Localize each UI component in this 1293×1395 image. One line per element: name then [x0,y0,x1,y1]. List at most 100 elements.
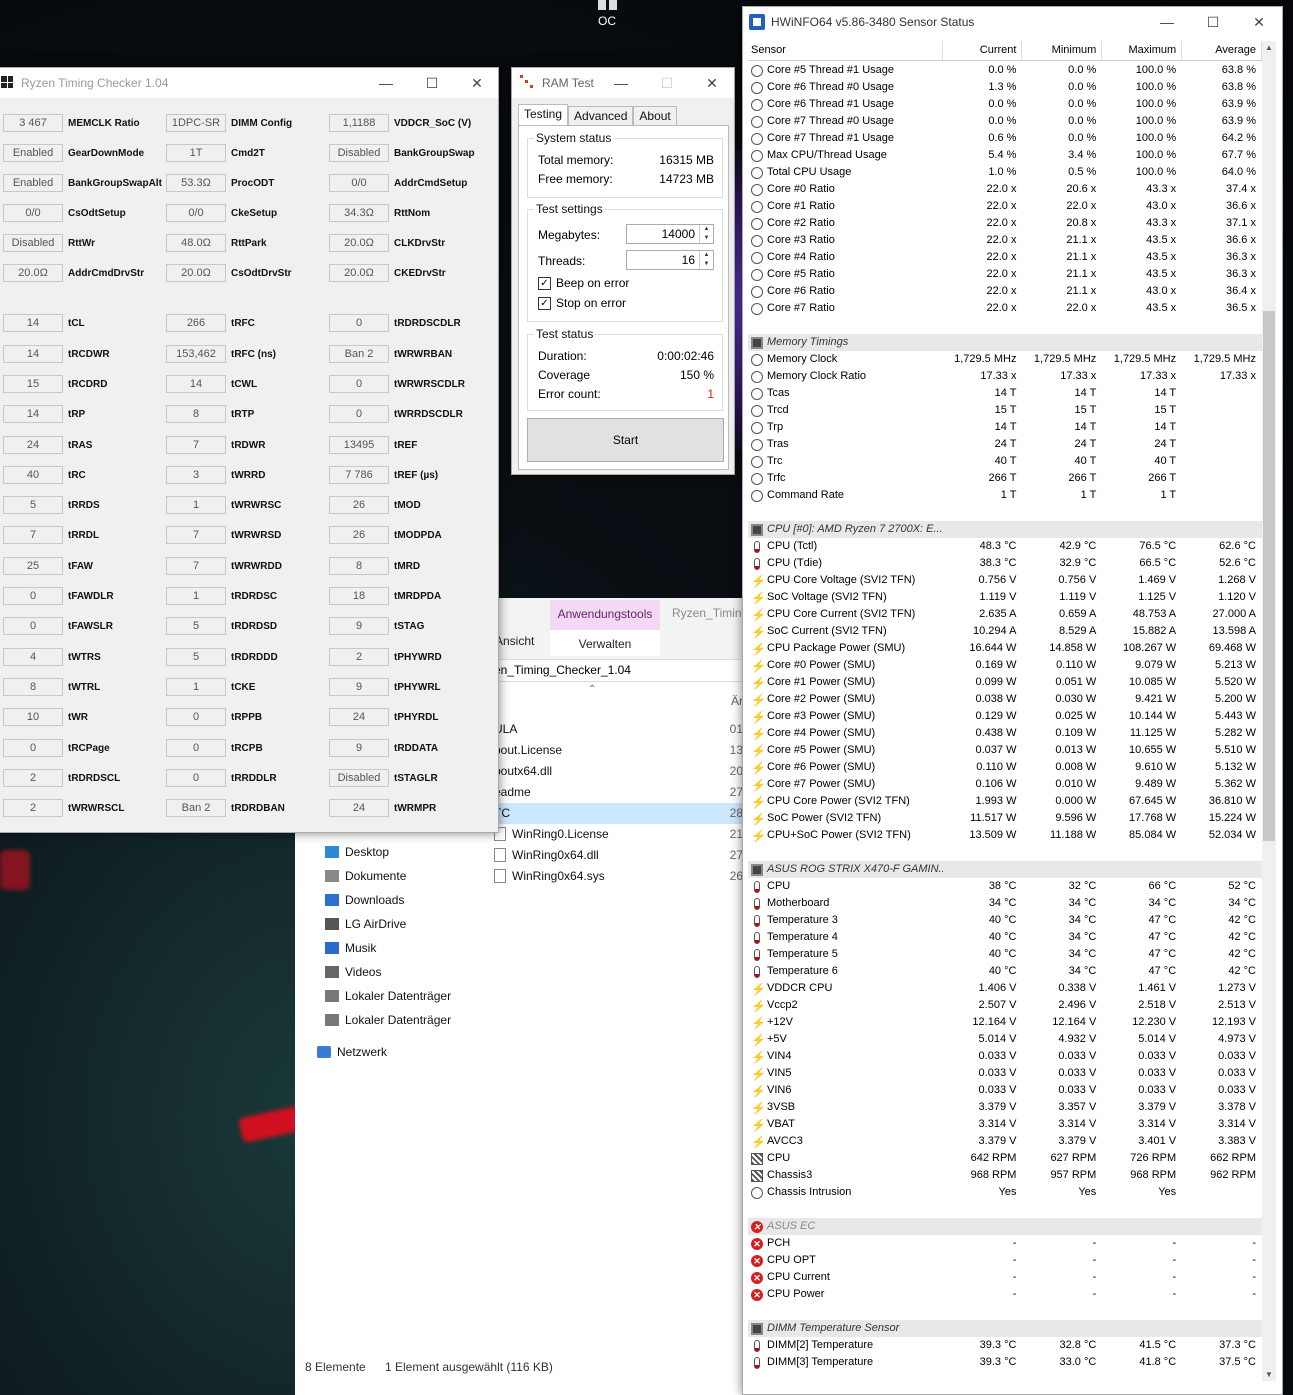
sensor-row[interactable]: ⚡ CPU Core Voltage (SVI2 TFN) 0.756 V 0.756… [748,572,1262,589]
timing-value-box[interactable]: 0 [329,375,389,393]
sensor-row[interactable]: ⚡ Core #5 Power (SMU) 0.037 W 0.013 W 10.655… [748,742,1262,759]
sensor-group-header[interactable]: ✕ ASUS EC [748,1218,1262,1235]
threads-input[interactable]: 16 ▲ ▼ [626,250,714,270]
sensor-row[interactable]: ✕ CPU Power - - - - [748,1286,1262,1303]
sensor-row[interactable]: Temperature 5 40 °C 34 °C 47 °C 42 °C [748,946,1262,963]
maximize-button[interactable]: ☐ [1190,7,1236,37]
timing-value-box[interactable]: 14 [3,314,63,332]
sensor-row[interactable]: ⚡ CPU Core Power (SVI2 TFN) 1.993 W 0.000 W… [748,793,1262,810]
sensor-row[interactable]: Temperature 6 40 °C 34 °C 47 °C 42 °C [748,963,1262,980]
sensor-row[interactable]: Core #5 Ratio 22.0 x 21.1 x 43.5 x 36.3 x [748,266,1262,283]
sensor-row[interactable]: Core #7 Thread #0 Usage 0.0 % 0.0 % 100.0 %… [748,113,1262,130]
sensor-row[interactable]: Trcd 15 T 15 T 15 T [748,402,1262,419]
scroll-up-icon[interactable]: ▲ [1262,43,1276,52]
sensor-row[interactable]: Chassis Intrusion Yes Yes Yes [748,1184,1262,1201]
sensor-row[interactable]: CPU 38 °C 32 °C 66 °C 52 °C [748,878,1262,895]
sensor-group-header[interactable]: CPU [#0]: AMD Ryzen 7 2700X: E... [748,521,1262,538]
timing-value-box[interactable]: 1 [166,587,226,605]
file-list-item[interactable]: ULA 01 [490,719,745,740]
sensor-row[interactable]: Core #1 Ratio 22.0 x 22.0 x 43.0 x 36.6 x [748,198,1262,215]
sensor-row[interactable]: ⚡ CPU Package Power (SMU) 16.644 W 14.858 W… [748,640,1262,657]
nav-item[interactable]: Musik [325,936,376,960]
timing-value-box[interactable]: 0 [3,587,63,605]
timing-value-box[interactable]: 25 [3,557,63,575]
timing-value-box[interactable]: 7 [166,557,226,575]
sensor-row[interactable]: ⚡ Core #6 Power (SMU) 0.110 W 0.008 W 9.610 … [748,759,1262,776]
timing-value-box[interactable]: Disabled [329,769,389,787]
minimize-button[interactable]: — [363,68,409,98]
file-list-item[interactable]: TC 28 [490,803,745,824]
sensor-row[interactable]: DIMM[2] Temperature 39.3 °C 32.8 °C 41.5 °C… [748,1337,1262,1354]
sensor-row[interactable]: ⚡ CPU Core Current (SVI2 TFN) 2.635 A 0.659… [748,606,1262,623]
sensor-row[interactable]: Core #2 Ratio 22.0 x 20.8 x 43.3 x 37.1 x [748,215,1262,232]
sensor-row[interactable]: ✕ CPU Current - - - - [748,1269,1262,1286]
sensor-row[interactable]: ⚡ Core #4 Power (SMU) 0.438 W 0.109 W 11.125… [748,725,1262,742]
timing-value-box[interactable]: 266 [166,314,226,332]
nav-item[interactable]: Videos [325,960,381,984]
timing-value-box[interactable]: 9 [329,678,389,696]
timing-value-box[interactable]: 2 [329,648,389,666]
sensor-row[interactable]: CPU 642 RPM 627 RPM 726 RPM 662 RPM [748,1150,1262,1167]
timing-value-box[interactable]: 24 [329,708,389,726]
timing-value-box[interactable]: 5 [166,617,226,635]
sensor-row[interactable]: Temperature 4 40 °C 34 °C 47 °C 42 °C [748,929,1262,946]
sensor-row[interactable]: ⚡ VIN5 0.033 V 0.033 V 0.033 V 0.033 V [748,1065,1262,1082]
timing-value-box[interactable]: 0 [3,617,63,635]
tab-testing[interactable]: Testing [518,104,569,126]
sensor-row[interactable]: ⚡ Core #7 Power (SMU) 0.106 W 0.010 W 9.489 … [748,776,1262,793]
spin-arrows-icon[interactable]: ▲ ▼ [699,225,713,243]
nav-item[interactable]: LG AirDrive [325,912,406,936]
timing-value-box[interactable]: Enabled [3,174,63,192]
timing-value-box[interactable]: 8 [329,557,389,575]
timing-value-box[interactable]: 20.0Ω [329,234,389,252]
sensor-row[interactable]: ⚡ VDDCR CPU 1.406 V 0.338 V 1.461 V 1.273 V [748,980,1262,997]
sensor-row[interactable]: ⚡ Vccp2 2.507 V 2.496 V 2.518 V 2.513 V [748,997,1262,1014]
sensor-row[interactable]: ⚡ VBAT 3.314 V 3.314 V 3.314 V 3.314 V [748,1116,1262,1133]
timing-value-box[interactable]: 14 [166,375,226,393]
timing-value-box[interactable]: 5 [166,648,226,666]
sensor-row[interactable]: Max CPU/Thread Usage 5.4 % 3.4 % 100.0 % 67.… [748,147,1262,164]
timing-value-box[interactable]: 0/0 [3,204,63,222]
timing-value-box[interactable]: 26 [329,526,389,544]
beep-on-error-checkbox[interactable]: ✓ Beep on error [538,276,629,290]
timing-value-box[interactable]: 26 [329,496,389,514]
timing-value-box[interactable]: 2 [3,799,63,817]
sensor-row[interactable]: ⚡ Core #3 Power (SMU) 0.129 W 0.025 W 10.144… [748,708,1262,725]
timing-value-box[interactable]: 153,462 [166,345,226,363]
timing-value-box[interactable]: 1 [166,678,226,696]
sensor-group-header[interactable]: DIMM Temperature Sensor [748,1320,1262,1337]
timing-value-box[interactable]: 0 [166,769,226,787]
sensor-row[interactable]: Command Rate 1 T 1 T 1 T [748,487,1262,504]
timing-value-box[interactable]: 7 [166,526,226,544]
timing-value-box[interactable]: 0 [166,708,226,726]
tab-advanced[interactable]: Advanced [568,106,634,126]
timing-value-box[interactable]: 14 [3,405,63,423]
sensor-row[interactable]: Core #6 Thread #1 Usage 0.0 % 0.0 % 100.0 %… [748,96,1262,113]
sensor-row[interactable]: Motherboard 34 °C 34 °C 34 °C 34 °C [748,895,1262,912]
sensor-row[interactable]: ⚡ +5V 5.014 V 4.932 V 5.014 V 4.973 V [748,1031,1262,1048]
sensor-row[interactable]: Core #7 Ratio 22.0 x 22.0 x 43.5 x 36.5 x [748,300,1262,317]
sensor-row[interactable]: Memory Clock Ratio 17.33 x 17.33 x 17.33 x 1… [748,368,1262,385]
sensor-row[interactable]: Core #4 Ratio 22.0 x 21.1 x 43.5 x 36.3 x [748,249,1262,266]
timing-value-box[interactable]: 0 [3,739,63,757]
nav-item[interactable]: Lokaler Datenträger [325,984,451,1008]
sensor-row[interactable]: Core #7 Thread #1 Usage 0.6 % 0.0 % 100.0 %… [748,130,1262,147]
timing-value-box[interactable]: 9 [329,739,389,757]
spin-arrows-icon[interactable]: ▲ ▼ [699,251,713,269]
sensor-row[interactable]: ⚡ Core #0 Power (SMU) 0.169 W 0.110 W 9.079 … [748,657,1262,674]
sensor-row[interactable]: ⚡ VIN4 0.033 V 0.033 V 0.033 V 0.033 V [748,1048,1262,1065]
file-list-item[interactable]: WinRing0.License 21 [490,824,745,845]
column-header-maximum[interactable]: Maximum [1102,41,1183,60]
timing-value-box[interactable]: 9 [329,617,389,635]
sensor-row[interactable]: ⚡ SoC Power (SVI2 TFN) 11.517 W 9.596 W 17.7… [748,810,1262,827]
maximize-button[interactable]: ☐ [409,68,455,98]
sensor-row[interactable]: ⚡ +12V 12.164 V 12.164 V 12.230 V 12.193 V [748,1014,1262,1031]
timing-value-box[interactable]: 7 786 [329,466,389,484]
megabytes-input[interactable]: 14000 ▲ ▼ [626,224,714,244]
column-header-sensor[interactable]: Sensor [748,41,943,60]
sensor-row[interactable]: Tcas 14 T 14 T 14 T [748,385,1262,402]
minimize-button[interactable]: — [1144,7,1190,37]
sensor-group-header[interactable]: ASUS ROG STRIX X470-F GAMIN... [748,861,1262,878]
sensor-row[interactable]: Core #3 Ratio 22.0 x 21.1 x 43.5 x 36.6 x [748,232,1262,249]
sensor-row[interactable]: ✕ PCH - - - - [748,1235,1262,1252]
